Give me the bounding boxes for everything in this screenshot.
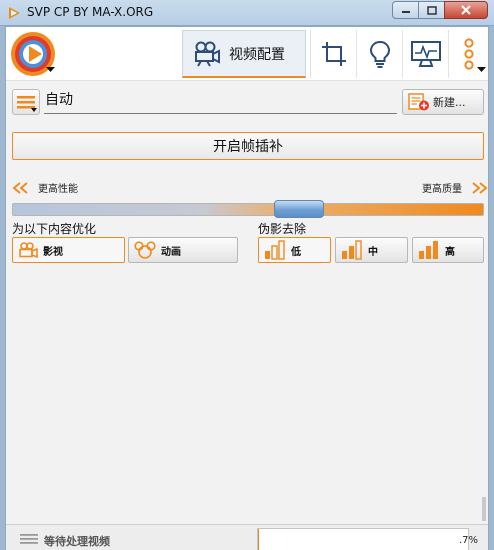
window-titlebar: SVP CP BY MA-X.ORG [0, 0, 494, 26]
progress-bar: .7% [257, 528, 478, 550]
artifact-high-label: 高 [445, 246, 455, 258]
more-dropdown-icon[interactable] [477, 67, 486, 73]
profile-menu-button[interactable] [12, 89, 40, 115]
mouse-ears-icon [134, 241, 156, 259]
optimize-movies-label: 影视 [43, 246, 63, 258]
quality-slider-track[interactable] [12, 203, 484, 216]
optimize-anime-label: 动画 [161, 246, 181, 258]
minimize-button[interactable] [392, 1, 419, 19]
film-camera-icon [19, 242, 38, 258]
more-vertical-icon [463, 38, 474, 70]
artifact-low-button[interactable]: 低 [258, 237, 331, 263]
artifact-high-button[interactable]: 高 [412, 237, 484, 263]
monitor-icon [410, 41, 441, 67]
quality-slider-thumb[interactable] [273, 200, 324, 218]
artifact-removal-label: 伪影去除 [258, 222, 307, 236]
tab-video-settings-label: 视频配置 [229, 46, 285, 63]
close-icon [461, 5, 471, 15]
crop-icon [321, 42, 346, 66]
quality-label-group: 更高质量 [422, 180, 488, 195]
performance-label-group: 更高性能 [12, 180, 78, 195]
tab-video-settings[interactable]: 视频配置 [182, 30, 306, 78]
app-icon [9, 7, 20, 19]
tab-crop[interactable] [310, 30, 356, 78]
enable-frame-interpolation-label: 开启帧插补 [213, 139, 283, 155]
chevron-down-icon [31, 108, 37, 112]
new-document-icon [408, 93, 429, 111]
enable-frame-interpolation-button[interactable]: 开启帧插补 [12, 132, 484, 160]
progress-fill [258, 529, 260, 550]
double-chevron-left-icon[interactable] [12, 181, 30, 194]
optimize-for-label: 为以下内容优化 [12, 222, 97, 236]
optimize-movies-button[interactable]: 影视 [12, 237, 125, 263]
new-profile-button[interactable]: 新建... [402, 89, 484, 115]
logo-dropdown-icon[interactable] [46, 67, 55, 73]
movie-camera-icon [195, 41, 220, 67]
higher-performance-label: 更高性能 [38, 184, 78, 195]
lightbulb-icon [369, 40, 390, 68]
list-icon [20, 534, 38, 544]
higher-quality-label: 更高质量 [422, 184, 462, 195]
scrollbar[interactable] [482, 497, 486, 521]
maximize-icon [426, 5, 437, 15]
maximize-button[interactable] [418, 1, 445, 19]
close-button[interactable] [444, 1, 488, 19]
main-panel: 视频配置 自动 新建... 开启帧插补 更高性能 更高质量 为以下内容优化 影视… [5, 26, 489, 550]
tab-monitor[interactable] [402, 30, 448, 78]
artifact-medium-label: 中 [368, 246, 378, 258]
artifact-low-label: 低 [291, 246, 301, 258]
status-bar: 等待处理视频 .7% [6, 524, 488, 550]
toolbar: 视频配置 [6, 27, 488, 81]
bars-low-icon [265, 240, 285, 260]
minimize-icon [401, 11, 410, 13]
new-profile-label: 新建... [433, 96, 466, 109]
optimize-anime-button[interactable]: 动画 [128, 237, 238, 263]
artifact-medium-button[interactable]: 中 [335, 237, 408, 263]
bars-medium-icon [342, 240, 362, 260]
status-text: 等待处理视频 [44, 535, 110, 548]
bars-high-icon [419, 241, 438, 259]
double-chevron-right-icon[interactable] [470, 181, 488, 194]
profile-name-field[interactable]: 自动 [44, 88, 397, 114]
progress-percent: .7% [458, 535, 478, 546]
tab-tips[interactable] [356, 30, 402, 78]
window-title: SVP CP BY MA-X.ORG [27, 5, 154, 19]
hamburger-menu-icon [17, 96, 35, 109]
